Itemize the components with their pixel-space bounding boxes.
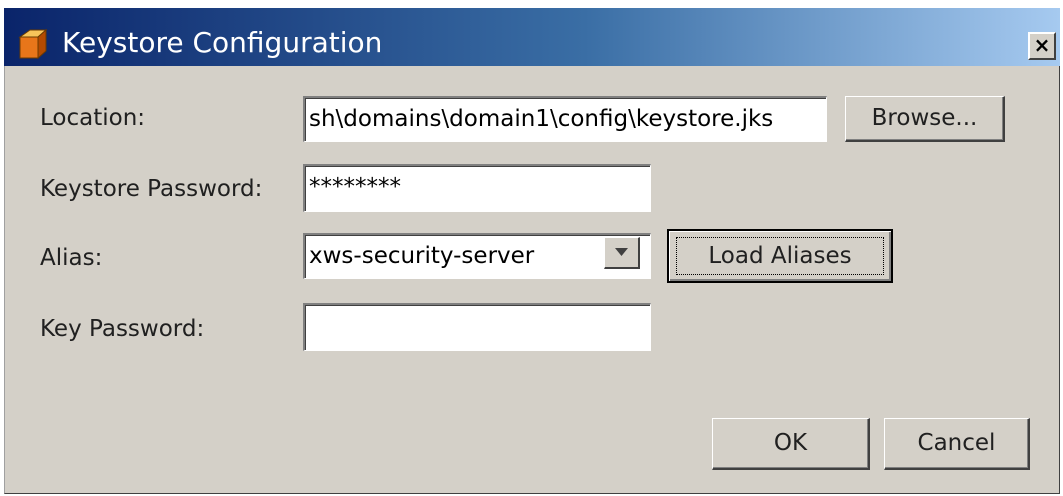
title-bar[interactable]: Keystore Configuration × — [4, 8, 1060, 66]
alias-dropdown-button[interactable] — [604, 237, 640, 269]
focus-ring — [676, 237, 884, 275]
chevron-down-icon — [615, 248, 628, 256]
close-button[interactable]: × — [1028, 32, 1056, 60]
window-title: Keystore Configuration — [62, 26, 383, 59]
cancel-button-label: Cancel — [917, 430, 996, 456]
load-aliases-button[interactable]: Load Aliases — [667, 229, 893, 283]
key-password-field[interactable] — [303, 303, 651, 351]
keystore-password-label: Keystore Password: — [40, 176, 263, 202]
alias-selected-value: xws-security-server — [309, 243, 535, 269]
location-field[interactable]: sh\domains\domain1\config\keystore.jks — [303, 96, 827, 142]
browse-button-label: Browse... — [871, 105, 978, 131]
cancel-button[interactable]: Cancel — [884, 418, 1030, 470]
alias-label: Alias: — [40, 245, 103, 271]
alias-dropdown[interactable]: xws-security-server — [303, 233, 651, 279]
key-password-label: Key Password: — [40, 316, 205, 342]
keystore-password-field[interactable]: ******** — [303, 164, 651, 212]
ok-button-label: OK — [773, 430, 808, 456]
location-label: Location: — [40, 105, 146, 131]
browse-button[interactable]: Browse... — [845, 96, 1005, 142]
ok-button[interactable]: OK — [712, 418, 870, 470]
app-icon — [18, 28, 48, 60]
